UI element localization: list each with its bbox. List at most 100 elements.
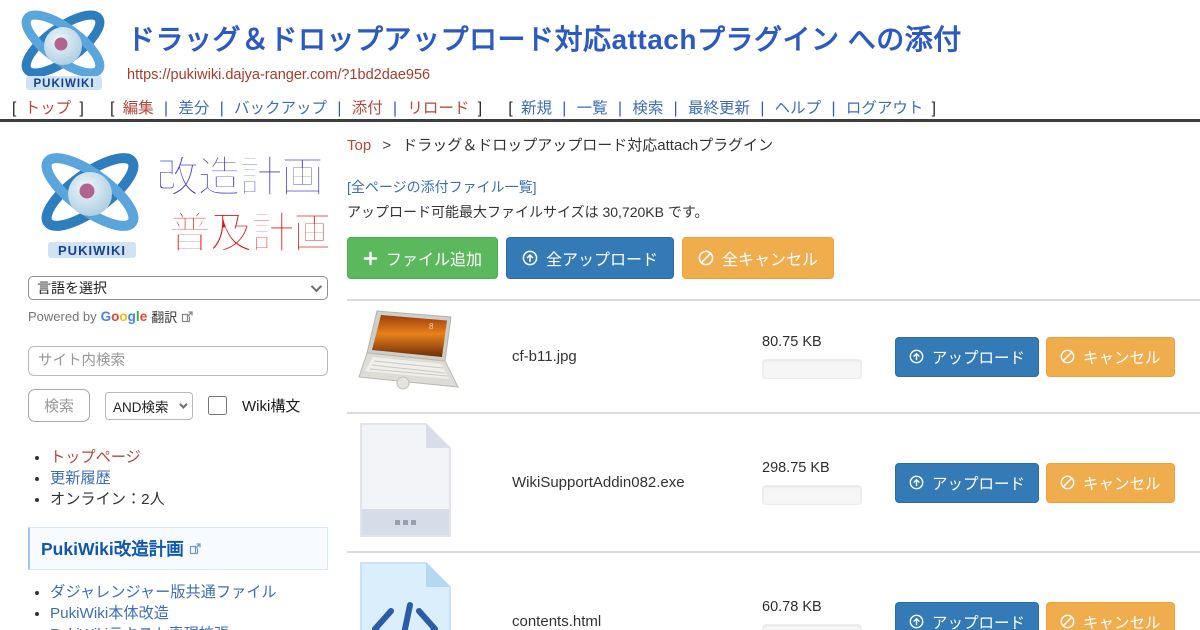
- breadcrumb: Top > ドラッグ＆ドロップアップロード対応attachプラグイン: [347, 134, 1200, 155]
- sidebar-link-common-files[interactable]: ダジャレンジャー版共通ファイル: [50, 584, 277, 601]
- page-url-link[interactable]: https://pukiwiki.dajya-ranger.com/?1bd2d…: [127, 67, 430, 83]
- sidebar: PUKIWIKI 改造計画 普及計画 言語を選択 Powered by Goog…: [0, 120, 345, 630]
- nav-link-help[interactable]: ヘルプ: [775, 100, 822, 117]
- list-item: ダジャレンジャー版共通ファイル: [50, 583, 343, 603]
- ban-icon: [1060, 614, 1075, 629]
- bracket: [: [110, 100, 114, 117]
- cancel-button[interactable]: キャンセル: [1046, 602, 1175, 630]
- separator: |: [618, 100, 622, 117]
- upload-progress-bar: [762, 359, 862, 379]
- file-size: 80.75 KB: [762, 334, 880, 350]
- breadcrumb-home-link[interactable]: Top: [347, 137, 371, 154]
- bracket: ]: [478, 100, 482, 117]
- sidebar-section-links: ダジャレンジャー版共通ファイル PukiWiki本体改造 PukiWikiテキス…: [28, 583, 343, 630]
- nav-link-logout[interactable]: ログアウト: [846, 100, 924, 117]
- nav-link-diff[interactable]: 差分: [178, 100, 209, 117]
- powered-by-text: Powered by: [28, 309, 97, 324]
- breadcrumb-current: ドラッグ＆ドロップアップロード対応attachプラグイン: [402, 137, 773, 154]
- add-files-button[interactable]: ファイル追加: [347, 237, 498, 279]
- upload-all-button[interactable]: 全アップロード: [506, 237, 674, 279]
- top-navbar: [ トップ ] [ 編集 | 差分 | バックアップ | 添付 | リロード ]…: [8, 96, 954, 118]
- pukiwiki-kaizou-keikaku-logo[interactable]: PUKIWIKI 改造計画 普及計画: [28, 140, 328, 264]
- sidebar-section-heading: PukiWiki改造計画: [28, 527, 328, 570]
- sidebar-link-text-extension[interactable]: PukiWikiテキスト表現拡張: [50, 626, 229, 630]
- nav-link-edit[interactable]: 編集: [123, 100, 154, 117]
- ban-icon: [1060, 475, 1075, 490]
- nav-link-top[interactable]: トップ: [25, 100, 72, 117]
- page-title: ドラッグ＆ドロップアップロード対応attachプラグイン への添付: [127, 18, 962, 58]
- upload-progress-bar: [762, 624, 862, 630]
- language-select[interactable]: 言語を選択: [28, 276, 328, 300]
- laptop-photo-thumbnail: 8: [357, 307, 467, 401]
- sidebar-heading-link[interactable]: PukiWiki改造計画: [41, 536, 184, 561]
- bulk-action-buttons: ファイル追加 全アップロード 全キャンセル: [347, 237, 1200, 279]
- list-item: トップページ: [50, 448, 328, 468]
- nav-link-recent[interactable]: 最終更新: [688, 100, 750, 117]
- header-divider: [0, 119, 1200, 122]
- chevron-down-icon: [179, 400, 187, 408]
- nav-link-list[interactable]: 一覧: [577, 100, 608, 117]
- language-select-value: 言語を選択: [37, 278, 107, 298]
- upload-button[interactable]: アップロード: [895, 602, 1039, 630]
- bracket: ]: [79, 100, 83, 117]
- search-button[interactable]: 検索: [28, 389, 90, 422]
- header: PUKIWIKI ドラッグ＆ドロップアップロード対応attachプラグイン への…: [0, 0, 1200, 120]
- site-search-input[interactable]: [28, 346, 328, 376]
- bracket: [: [508, 100, 512, 117]
- sidebar-link-top-page[interactable]: トップページ: [50, 449, 141, 466]
- list-item: PukiWiki本体改造: [50, 604, 343, 624]
- sidebar-link-core-mods[interactable]: PukiWiki本体改造: [50, 605, 169, 622]
- bracket: ]: [932, 100, 936, 117]
- cancel-all-button[interactable]: 全キャンセル: [682, 237, 834, 279]
- upload-button[interactable]: アップロード: [895, 337, 1039, 377]
- file-name: cf-b11.jpg: [512, 348, 762, 365]
- logo-line2-text: 普及計画: [168, 210, 328, 258]
- translate-label: 翻訳: [151, 307, 177, 326]
- search-mode-value: AND検索: [113, 396, 169, 416]
- cancel-button[interactable]: キャンセル: [1046, 463, 1175, 503]
- wiki-syntax-checkbox[interactable]: [208, 396, 227, 415]
- nav-link-new[interactable]: 新規: [521, 100, 552, 117]
- external-link-icon: [189, 543, 201, 555]
- circle-arrow-up-icon: [909, 614, 924, 629]
- chevron-down-icon: [311, 281, 322, 292]
- separator: |: [562, 100, 566, 117]
- max-upload-size-text: アップロード可能最大ファイルサイズは 30,720KB です。: [347, 202, 1200, 222]
- nav-link-search[interactable]: 検索: [632, 100, 663, 117]
- logo-brand-text: PUKIWIKI: [58, 243, 126, 258]
- separator: |: [760, 100, 764, 117]
- breadcrumb-separator: >: [382, 137, 391, 154]
- all-pages-attach-list-link[interactable]: [全ページの添付ファイル一覧]: [347, 177, 537, 197]
- search-mode-select[interactable]: AND検索: [105, 392, 193, 420]
- separator: |: [674, 100, 678, 117]
- plus-icon: [363, 251, 378, 266]
- html-code-file-icon: [357, 559, 454, 630]
- google-translate-attribution: Powered by Google 翻訳: [28, 307, 328, 326]
- separator: |: [337, 100, 341, 117]
- list-item: 更新履歴: [50, 469, 328, 489]
- file-row: 8 cf-b11.jpg 80.75 KB アップロード キャンセル: [347, 299, 1200, 412]
- upload-button[interactable]: アップロード: [895, 463, 1039, 503]
- logo-line1-text: 改造計画: [156, 154, 324, 202]
- wiki-syntax-label: Wiki構文: [242, 395, 300, 416]
- circle-arrow-up-icon: [909, 475, 924, 490]
- cancel-button[interactable]: キャンセル: [1046, 337, 1175, 377]
- online-count-text: オンライン：2人: [50, 491, 165, 508]
- svg-text:8: 8: [429, 322, 434, 331]
- separator: |: [393, 100, 397, 117]
- sidebar-quick-links: トップページ 更新履歴 オンライン：2人: [28, 448, 328, 510]
- pukiwiki-atom-logo-icon[interactable]: PUKIWIKI: [12, 6, 114, 96]
- nav-link-reload[interactable]: リロード: [407, 100, 469, 117]
- file-row: WikiSupportAddin082.exe 298.75 KB アップロード…: [347, 412, 1200, 551]
- nav-link-attach[interactable]: 添付: [352, 100, 383, 117]
- file-name: contents.html: [512, 613, 762, 630]
- separator: |: [164, 100, 168, 117]
- nav-link-backup[interactable]: バックアップ: [234, 100, 327, 117]
- sidebar-link-update-history[interactable]: 更新履歴: [50, 470, 111, 487]
- pending-file-list: 8 cf-b11.jpg 80.75 KB アップロード キャンセル: [347, 299, 1200, 630]
- main-content: Top > ドラッグ＆ドロップアップロード対応attachプラグイン [全ページ…: [345, 120, 1200, 630]
- ban-icon: [698, 250, 714, 266]
- separator: |: [220, 100, 224, 117]
- circle-arrow-up-icon: [909, 349, 924, 364]
- list-item: PukiWikiテキスト表現拡張: [50, 625, 343, 630]
